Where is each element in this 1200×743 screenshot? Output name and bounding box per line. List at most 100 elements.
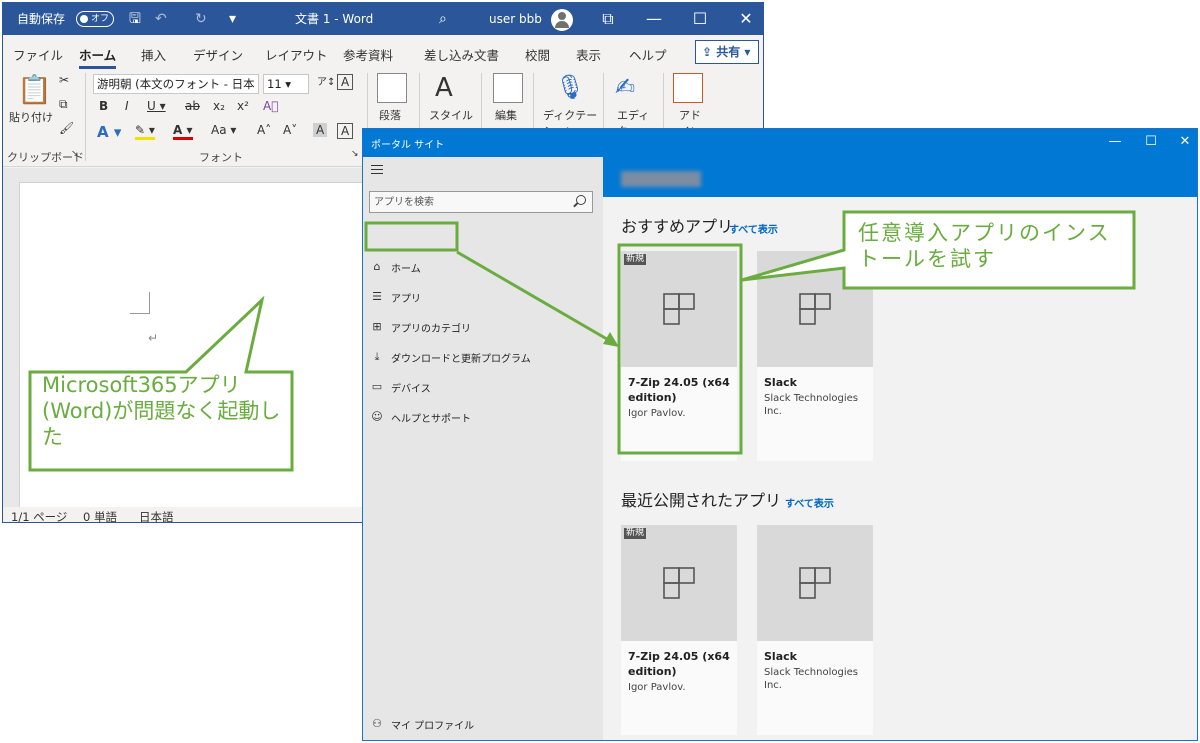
redo-icon[interactable]: ↻ bbox=[195, 3, 207, 35]
addin-icon[interactable] bbox=[673, 73, 703, 103]
autosave-toggle[interactable]: オフ bbox=[76, 11, 114, 27]
device-icon: ▭ bbox=[371, 380, 383, 393]
edit-button-label[interactable]: 編集 bbox=[495, 107, 517, 123]
sidebar-item-settings[interactable]: ⚙ 設定 bbox=[363, 740, 603, 741]
autosave-label: 自動保存 bbox=[17, 12, 66, 26]
minimize-button[interactable]: — bbox=[639, 3, 669, 35]
style-button-label[interactable]: スタイル bbox=[429, 107, 473, 123]
font-color-icon[interactable]: A ▾ bbox=[173, 123, 193, 140]
app-name: 7-Zip 24.05 (x64 edition) bbox=[628, 376, 730, 404]
cut-icon[interactable]: ✂ bbox=[59, 73, 69, 87]
app-card-7zip[interactable]: 新規 7-Zip 24.05 (x64 edition) Igor Pavlov… bbox=[621, 251, 737, 461]
subscript-icon[interactable]: x₂ bbox=[213, 99, 225, 113]
tab-file[interactable]: ファイル bbox=[13, 45, 63, 64]
font-name-combo[interactable]: 游明朝 (本文のフォント - 日本 ▾ bbox=[93, 74, 259, 94]
paragraph-button-label[interactable]: 段落 bbox=[379, 107, 401, 123]
change-case-icon[interactable]: Aa ▾ bbox=[211, 123, 236, 137]
format-painter-icon[interactable]: 🖌 bbox=[59, 121, 74, 135]
edit-icon[interactable] bbox=[493, 73, 523, 103]
search-input[interactable] bbox=[370, 192, 560, 212]
font-group-label: フォント bbox=[199, 151, 243, 164]
sidebar-item-home[interactable]: ⌂ ホーム bbox=[363, 253, 603, 281]
app-card-slack[interactable]: Slack Slack Technologies Inc. bbox=[757, 525, 873, 735]
highlight-icon[interactable]: ✎ ▾ bbox=[135, 123, 155, 140]
copy-icon[interactable]: ⧉ bbox=[59, 97, 68, 112]
portal-title: ポータル サイト bbox=[371, 140, 445, 151]
sidebar-item-apps[interactable]: ☰ アプリ bbox=[363, 283, 603, 311]
tab-mailings[interactable]: 差し込み文書 bbox=[424, 45, 499, 64]
user-name[interactable]: user bbb bbox=[489, 3, 542, 35]
close-button[interactable]: ✕ bbox=[731, 3, 761, 35]
maximize-button[interactable]: ☐ bbox=[1141, 134, 1161, 149]
recent-title: 最近公開されたアプリ bbox=[621, 491, 782, 510]
tab-design[interactable]: デザイン bbox=[193, 45, 243, 64]
text-effect-icon[interactable]: A ▾ bbox=[97, 123, 121, 141]
strikethrough-icon[interactable]: ab bbox=[185, 99, 200, 113]
sidebar-item-downloads[interactable]: ⤓ ダウンロードと更新プログラム bbox=[363, 343, 603, 371]
recommended-title: おすすめアプリ bbox=[621, 217, 734, 236]
app-name: Slack bbox=[764, 376, 797, 389]
paragraph-icon[interactable] bbox=[377, 73, 407, 103]
close-button[interactable]: ✕ bbox=[1175, 134, 1195, 149]
status-page[interactable]: 1/1 ページ bbox=[11, 509, 67, 522]
undo-icon[interactable]: ↶ bbox=[155, 3, 167, 35]
share-button[interactable]: ⇪ 共有 ▾ bbox=[695, 40, 759, 64]
recent-see-all-link[interactable]: すべて表示 bbox=[785, 495, 834, 510]
superscript-icon[interactable]: x² bbox=[237, 99, 249, 113]
italic-icon[interactable]: I bbox=[125, 99, 129, 113]
recommended-see-all-link[interactable]: すべて表示 bbox=[729, 221, 778, 236]
style-icon[interactable]: A bbox=[435, 73, 453, 103]
enclose-character-icon[interactable]: A bbox=[337, 123, 354, 139]
ribbon-display-icon[interactable]: ⧉ bbox=[593, 3, 623, 35]
paragraph-mark: ↵ bbox=[148, 331, 159, 345]
new-badge: 新規 bbox=[624, 528, 647, 539]
app-card-7zip[interactable]: 新規 7-Zip 24.05 (x64 edition) Igor Pavlov… bbox=[621, 525, 737, 735]
minimize-button[interactable]: — bbox=[1105, 134, 1125, 149]
tab-layout[interactable]: レイアウト bbox=[265, 45, 328, 64]
customize-qat-icon[interactable]: ▾ bbox=[229, 3, 236, 35]
shrink-font-size-icon[interactable]: A˅ bbox=[283, 123, 297, 137]
search-box[interactable] bbox=[369, 191, 593, 213]
character-shading-icon[interactable]: A bbox=[313, 123, 328, 137]
editor-icon[interactable]: ✍ bbox=[615, 73, 635, 101]
underline-icon[interactable]: U ▾ bbox=[147, 99, 166, 113]
app-placeholder-icon bbox=[663, 293, 695, 325]
search-icon[interactable]: ⌕ bbox=[439, 3, 447, 35]
search-icon[interactable] bbox=[576, 195, 586, 205]
status-language[interactable]: 日本語 bbox=[139, 509, 174, 522]
download-icon: ⤓ bbox=[374, 350, 380, 363]
tab-insert[interactable]: 挿入 bbox=[141, 45, 166, 64]
app-placeholder-icon bbox=[799, 567, 831, 599]
tab-view[interactable]: 表示 bbox=[576, 45, 601, 64]
portal-sidebar: ⌂ ホーム ☰ アプリ ⊞ アプリのカテゴリ ⤓ ダウンロードと更新プログラム … bbox=[363, 157, 603, 741]
dictate-icon[interactable]: 🎙 bbox=[555, 73, 585, 101]
text-effects-icon[interactable]: A⃥ bbox=[263, 99, 278, 113]
app-card-slack[interactable]: Slack Slack Technologies Inc. bbox=[757, 251, 873, 461]
app-name: 7-Zip 24.05 (x64 edition) bbox=[628, 650, 730, 678]
clipboard-launcher-icon[interactable]: ↘ bbox=[71, 149, 79, 159]
bold-icon[interactable]: B bbox=[99, 99, 108, 113]
avatar[interactable] bbox=[551, 9, 573, 31]
grow-font-size-icon[interactable]: A˄ bbox=[257, 123, 271, 137]
font-launcher-icon[interactable]: ↘ bbox=[351, 149, 359, 159]
tab-home[interactable]: ホーム bbox=[79, 45, 117, 69]
tab-review[interactable]: 校閲 bbox=[525, 45, 550, 64]
tab-help[interactable]: ヘルプ bbox=[629, 45, 667, 64]
app-publisher: Igor Pavlov. bbox=[628, 408, 686, 419]
sidebar-item-profile[interactable]: ⚇ マイ プロファイル bbox=[363, 710, 603, 738]
font-size-combo[interactable]: 11 ▾ bbox=[263, 74, 309, 94]
paste-icon[interactable]: 📋 bbox=[17, 73, 52, 106]
grow-font-icon[interactable]: ア↕ bbox=[317, 73, 335, 88]
maximize-button[interactable]: ☐ bbox=[685, 3, 715, 35]
tab-references[interactable]: 参考資料 bbox=[343, 45, 393, 64]
paste-button-label[interactable]: 貼り付け bbox=[9, 109, 53, 125]
save-icon[interactable]: 🖫 bbox=[129, 3, 141, 35]
sidebar-item-devices[interactable]: ▭ デバイス bbox=[363, 373, 603, 401]
app-placeholder-icon bbox=[799, 293, 831, 325]
sidebar-item-categories[interactable]: ⊞ アプリのカテゴリ bbox=[363, 313, 603, 341]
menu-icon[interactable] bbox=[371, 165, 383, 177]
app-thumbnail bbox=[757, 525, 873, 641]
status-words[interactable]: 0 単語 bbox=[83, 509, 117, 522]
sidebar-item-help[interactable]: ☺ ヘルプとサポート bbox=[363, 403, 603, 431]
clear-format-icon[interactable]: A bbox=[337, 74, 354, 90]
